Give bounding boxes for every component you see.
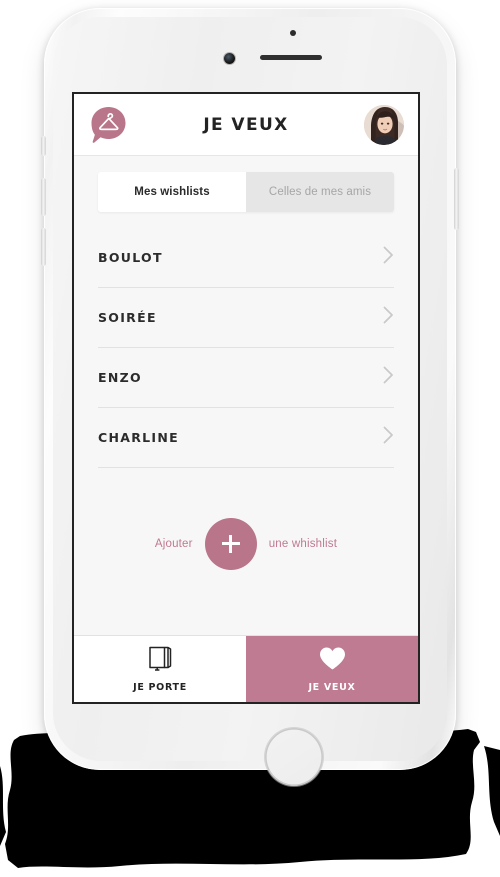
tab-celles-de-mes-amis[interactable]: Celles de mes amis [246, 172, 394, 212]
list-item-label: CHARLINE [98, 430, 179, 445]
add-wishlist-area: Ajouter une whishlist [74, 468, 418, 635]
add-wishlist-text-after: une whishlist [268, 537, 338, 550]
chevron-right-icon [383, 366, 394, 389]
tabs: Mes wishlists Celles de mes amis [98, 172, 394, 212]
add-wishlist-text-before: Ajouter [154, 537, 193, 550]
list-item[interactable]: ENZO [98, 348, 394, 408]
volume-up-button[interactable] [41, 178, 46, 216]
chevron-right-icon [383, 246, 394, 269]
add-wishlist-button[interactable] [204, 517, 257, 570]
app-header: JE VEUX [74, 94, 418, 156]
app-screen: JE VEUX Mes wishlists Celles de mes amis… [72, 92, 420, 704]
home-button-icon[interactable] [265, 728, 323, 786]
nav-item-label: JE VEUX [308, 682, 356, 693]
chevron-right-icon [383, 306, 394, 329]
list-item-label: ENZO [98, 370, 142, 385]
power-button[interactable] [454, 168, 459, 230]
heart-icon [318, 645, 347, 677]
nav-item-je-veux[interactable]: JE VEUX [246, 636, 418, 702]
avatar[interactable] [364, 104, 404, 145]
list-item[interactable]: BOULOT [98, 228, 394, 288]
hanger-speech-bubble-logo-icon[interactable] [88, 105, 128, 145]
silent-switch-button[interactable] [41, 136, 46, 156]
wardrobe-book-icon [147, 645, 174, 677]
list-item-label: SOIRÉE [98, 310, 157, 325]
list-item[interactable]: SOIRÉE [98, 288, 394, 348]
list-item-label: BOULOT [98, 250, 163, 265]
nav-item-label: JE PORTE [133, 682, 187, 693]
earpiece-speaker-icon [260, 55, 322, 60]
front-camera-icon [224, 53, 235, 64]
volume-down-button[interactable] [41, 228, 46, 266]
list-item[interactable]: CHARLINE [98, 408, 394, 468]
wishlist-list: BOULOT SOIRÉE ENZO CHARLINE [74, 222, 418, 468]
tabs-container: Mes wishlists Celles de mes amis [74, 156, 418, 222]
chevron-right-icon [383, 426, 394, 449]
tab-mes-wishlists[interactable]: Mes wishlists [98, 172, 246, 212]
plus-icon [221, 534, 240, 553]
nav-item-je-porte[interactable]: JE PORTE [74, 636, 246, 702]
proximity-sensor-icon [290, 30, 296, 36]
bottom-navigation: JE PORTE JE VEUX [74, 635, 418, 702]
page-title: JE VEUX [203, 114, 289, 135]
